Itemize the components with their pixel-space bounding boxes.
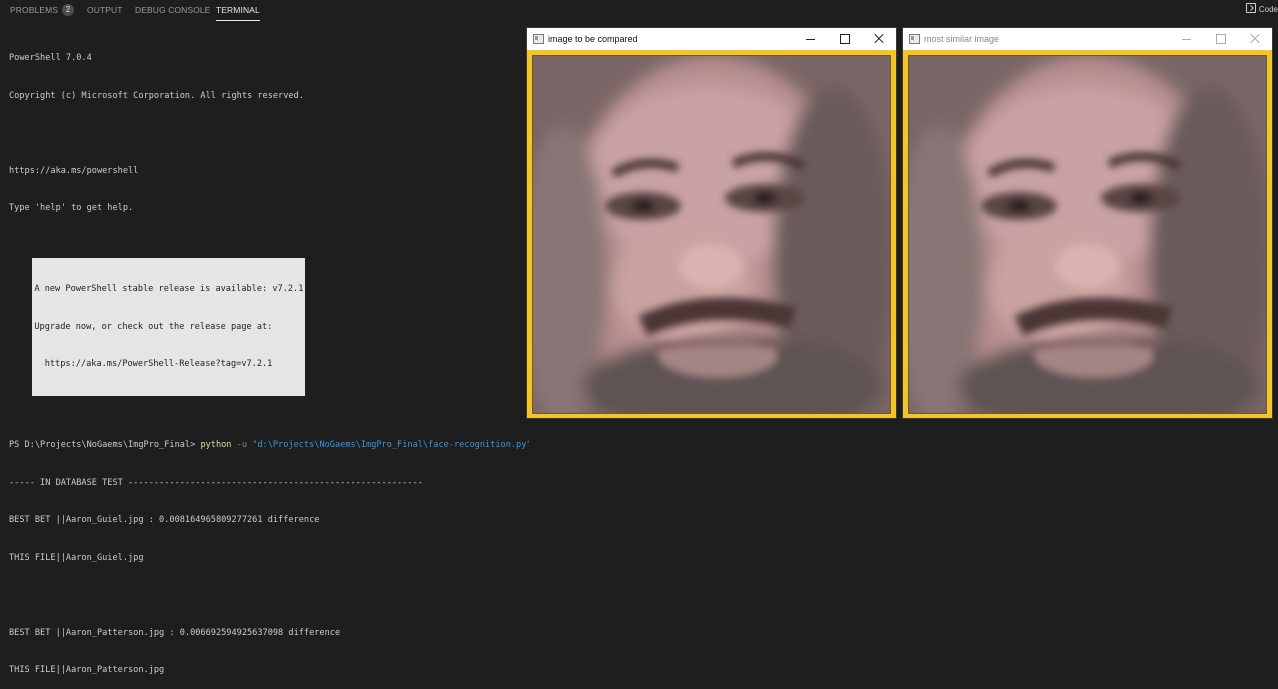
tab-debug-console-label: DEBUG CONSOLE <box>135 5 211 15</box>
tab-terminal[interactable]: TERMINAL <box>216 0 260 21</box>
terminal-line: THIS FILE||Aaron_Patterson.jpg <box>9 665 165 675</box>
minimize-button[interactable] <box>794 28 828 50</box>
update-notice: A new PowerShell stable release is avail… <box>32 258 306 396</box>
tab-output-label: OUTPUT <box>87 5 123 15</box>
tab-terminal-label: TERMINAL <box>216 5 260 15</box>
face-image <box>908 55 1267 414</box>
terminal-line: PowerShell 7.0.4 <box>9 53 92 63</box>
notice-line: A new PowerShell stable release is avail… <box>34 284 304 294</box>
tab-problems-label: PROBLEMS <box>10 5 59 15</box>
app-icon <box>909 34 920 44</box>
terminal-line: ----- IN DATABASE TEST -----------------… <box>9 477 423 488</box>
problems-count-badge: 2 <box>62 4 75 16</box>
tab-problems[interactable]: PROBLEMS 2 <box>10 0 75 20</box>
notice-line: Upgrade now, or check out the release pa… <box>34 321 273 332</box>
tab-output[interactable]: OUTPUT <box>87 0 123 20</box>
close-button[interactable] <box>1238 28 1272 50</box>
code-button[interactable]: Code <box>1245 3 1278 17</box>
terminal-line: BEST BET ||Aaron_Guiel.jpg : 0.008164965… <box>9 515 320 525</box>
face-image-graphic <box>533 56 890 413</box>
terminal-line: Copyright (c) Microsoft Corporation. All… <box>9 90 304 101</box>
face-image-graphic <box>909 56 1266 413</box>
close-button[interactable] <box>862 28 896 50</box>
window-title-bar[interactable]: most similar image <box>903 28 1272 50</box>
command-name: python <box>200 440 232 450</box>
maximize-button[interactable] <box>828 28 862 50</box>
terminal-output[interactable]: PowerShell 7.0.4 Copyright (c) Microsoft… <box>9 27 529 689</box>
panel-tab-bar: PROBLEMS 2 OUTPUT DEBUG CONSOLE TERMINAL … <box>0 0 1278 22</box>
prompt: PS D:\Projects\NoGaems\ImgPro_Final> <box>9 440 201 450</box>
face-image <box>532 55 891 414</box>
maximize-button[interactable] <box>1204 28 1238 50</box>
window-title: most similar image <box>924 34 1000 44</box>
code-icon <box>1245 3 1256 13</box>
most-similar-image-window[interactable]: most similar image <box>903 28 1272 418</box>
terminal-spacer <box>9 240 529 246</box>
window-title-bar[interactable]: image to be compared <box>527 28 896 50</box>
tab-debug-console[interactable]: DEBUG CONSOLE <box>135 0 210 20</box>
command-flag: -u <box>231 440 253 450</box>
app-icon <box>533 34 544 44</box>
terminal-line: Type 'help' to get help. <box>9 203 134 213</box>
command-line: PS D:\Projects\NoGaems\ImgPro_Final> pyt… <box>9 439 529 452</box>
terminal-line: https://aka.ms/powershell <box>9 165 139 176</box>
notice-line: https://aka.ms/PowerShell-Release?tag=v7… <box>34 359 273 369</box>
code-button-label: Code <box>1258 5 1278 14</box>
terminal-line: BEST BET ||Aaron_Patterson.jpg : 0.00669… <box>9 627 341 638</box>
terminal-line: THIS FILE||Aaron_Guiel.jpg <box>9 552 144 563</box>
window-title: image to be compared <box>548 34 638 44</box>
command-path: "d:\Projects\NoGaems\ImgPro_Final\face-r… <box>252 440 529 450</box>
image-compared-window[interactable]: image to be compared <box>527 28 896 418</box>
minimize-button[interactable] <box>1170 28 1204 50</box>
terminal-spacer <box>9 408 529 414</box>
